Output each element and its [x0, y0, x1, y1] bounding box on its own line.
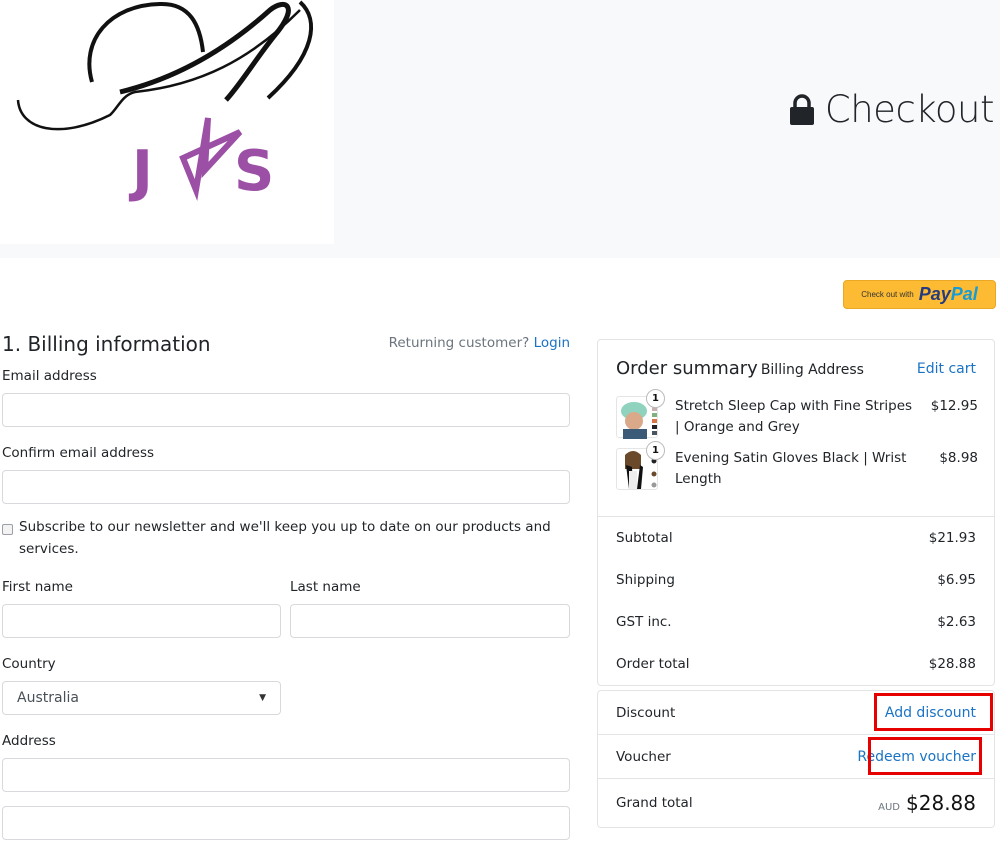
highlight-box [874, 693, 993, 731]
grand-total: AUD $28.88 [878, 791, 976, 815]
page-header: J S Checkout [0, 0, 1000, 258]
cart-item: 1 Stretch Sleep Cap with Fine Stripes | … [616, 389, 978, 439]
shipping-label: Shipping [616, 572, 675, 588]
cart-item: 1 Evening Satin Gloves Black | Wrist Len… [616, 441, 978, 490]
order-total-value: $28.88 [928, 656, 976, 672]
returning-text: Returning customer? [388, 335, 530, 351]
voucher-label: Voucher [616, 748, 671, 765]
order-total-row: Order total $28.88 [616, 643, 976, 685]
logo-letter-j: J [128, 139, 153, 204]
quantity-badge: 1 [646, 389, 665, 408]
address-line2-field[interactable] [2, 806, 570, 840]
item-price: $12.95 [930, 398, 978, 414]
grand-total-row: Grand total AUD $28.88 [598, 779, 994, 827]
gst-value: $2.63 [937, 614, 976, 630]
country-value: Australia [17, 690, 79, 706]
newsletter-checkbox[interactable] [2, 524, 13, 535]
edit-cart-link[interactable]: Edit cart [917, 361, 976, 377]
order-total-label: Order total [616, 656, 690, 672]
quantity-badge: 1 [646, 441, 665, 460]
email-field[interactable] [2, 393, 570, 427]
newsletter-label: Subscribe to our newsletter and we'll ke… [19, 519, 551, 557]
item-name: Stretch Sleep Cap with Fine Stripes | Or… [675, 398, 913, 435]
country-select[interactable]: Australia ▼ [2, 681, 281, 715]
subtotal-row: Subtotal $21.93 [616, 517, 976, 559]
order-summary-items: Order summary Billing Address Edit cart 1… [598, 340, 994, 517]
gst-label: GST inc. [616, 614, 672, 630]
logo-star-icon [179, 117, 243, 201]
lock-icon [789, 93, 814, 125]
grand-total-value: $28.88 [906, 791, 976, 815]
discount-row: Discount Add discount [598, 691, 994, 735]
product-thumbnail: 1 [616, 441, 665, 490]
first-name-label: First name [2, 579, 73, 595]
logo-letter-s: S [234, 139, 274, 204]
subtotal-label: Subtotal [616, 530, 673, 546]
chevron-down-icon: ▼ [259, 693, 266, 703]
store-logo[interactable]: J S [0, 0, 334, 244]
shipping-row: Shipping $6.95 [616, 559, 976, 601]
confirm-email-label: Confirm email address [2, 445, 155, 461]
paypal-prefix: Check out with [861, 290, 914, 299]
item-price: $8.98 [939, 450, 978, 466]
address-line1-field[interactable] [2, 758, 570, 792]
email-label: Email address [2, 368, 97, 384]
checkout-title-text: Checkout [824, 88, 995, 131]
login-link[interactable]: Login [534, 335, 570, 351]
voucher-row: Voucher Redeem voucher [598, 735, 994, 779]
subtotal-value: $21.93 [928, 530, 976, 546]
confirm-email-field[interactable] [2, 470, 570, 504]
order-totals: Subtotal $21.93 Shipping $6.95 GST inc. … [598, 517, 994, 685]
grand-total-label: Grand total [616, 795, 693, 811]
highlight-box [868, 737, 982, 775]
last-name-label: Last name [290, 579, 361, 595]
country-label: Country [2, 656, 56, 672]
address-label: Address [2, 733, 56, 749]
first-name-field[interactable] [2, 604, 281, 638]
paypal-logo: PayPal [918, 284, 978, 304]
gst-row: GST inc. $2.63 [616, 601, 976, 643]
hat-logo-icon: J S [16, 0, 314, 204]
discount-label: Discount [616, 704, 676, 721]
order-summary-card: Order summary Billing Address Edit cart 1… [597, 339, 995, 686]
item-name: Evening Satin Gloves Black | Wrist Lengt… [675, 450, 907, 487]
paypal-checkout-button[interactable]: Check out with PayPal [843, 280, 996, 309]
discount-voucher-card: Discount Add discount Voucher Redeem vou… [597, 690, 995, 828]
order-summary-title: Order summary [616, 358, 758, 379]
shipping-value: $6.95 [937, 572, 976, 588]
product-thumbnail: 1 [616, 389, 665, 439]
returning-customer: Returning customer? Login [389, 335, 570, 351]
order-summary-subtitle: Billing Address [760, 362, 864, 378]
newsletter-row: Subscribe to our newsletter and we'll ke… [2, 519, 562, 560]
billing-heading: 1. Billing information [2, 332, 211, 356]
currency-code: AUD [878, 802, 901, 813]
last-name-field[interactable] [290, 604, 570, 638]
page-title: Checkout [789, 88, 995, 131]
